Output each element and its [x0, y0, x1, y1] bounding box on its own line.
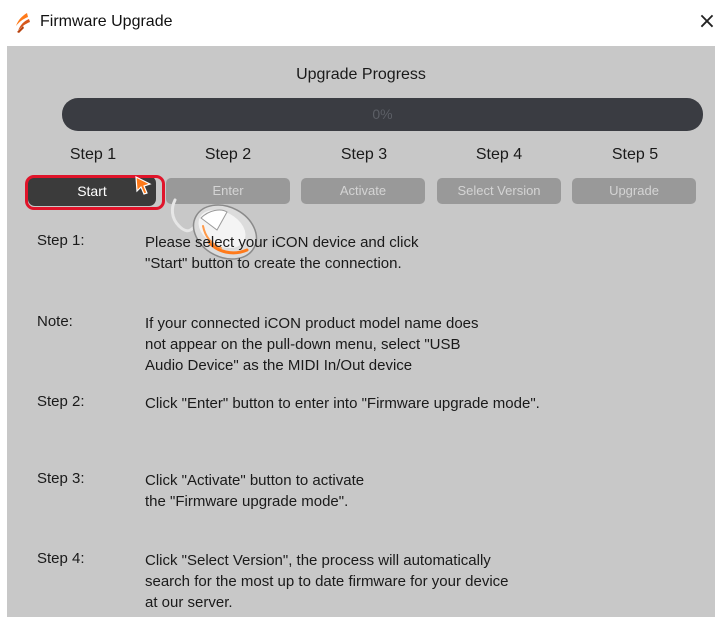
instruction-label-step-4: Step 4:: [37, 550, 85, 567]
step-5-label: Step 5: [611, 146, 659, 163]
instruction-text-step-3: Click "Activate" button to activate the …: [145, 472, 365, 510]
instruction-text-step-2: Click "Enter" button to enter into "Firm…: [145, 395, 540, 412]
pointer-cursor-icon: [135, 175, 152, 195]
progress-bar: 0%: [62, 98, 703, 131]
title-bar: Firmware Upgrade ×: [0, 0, 722, 46]
instruction-label-step-1: Step 1:: [37, 232, 85, 249]
progress-percent: 0%: [372, 106, 393, 122]
upgrade-button[interactable]: Upgrade: [572, 178, 696, 204]
step-3-label: Step 3: [340, 146, 388, 163]
step-1-label: Step 1: [69, 146, 117, 163]
instruction-label-step-3: Step 3:: [37, 470, 85, 487]
instruction-text-step-4: Click "Select Version", the process will…: [145, 552, 509, 611]
instruction-label-note: Note:: [37, 313, 73, 330]
step-2-label: Step 2: [204, 146, 252, 163]
step-4-label: Step 4: [475, 146, 523, 163]
instruction-label-step-2: Step 2:: [37, 393, 85, 410]
window-title: Firmware Upgrade: [40, 13, 173, 30]
select-version-button[interactable]: Select Version: [437, 178, 561, 204]
orange-swoosh-icon: [16, 13, 30, 33]
instruction-text-note: If your connected iCON product model nam…: [145, 315, 479, 374]
progress-heading: Upgrade Progress: [296, 66, 426, 83]
close-icon[interactable]: ×: [696, 10, 718, 34]
instruction-text-step-1: Please select your iCON device and click…: [145, 234, 419, 272]
activate-button[interactable]: Activate: [301, 178, 425, 204]
